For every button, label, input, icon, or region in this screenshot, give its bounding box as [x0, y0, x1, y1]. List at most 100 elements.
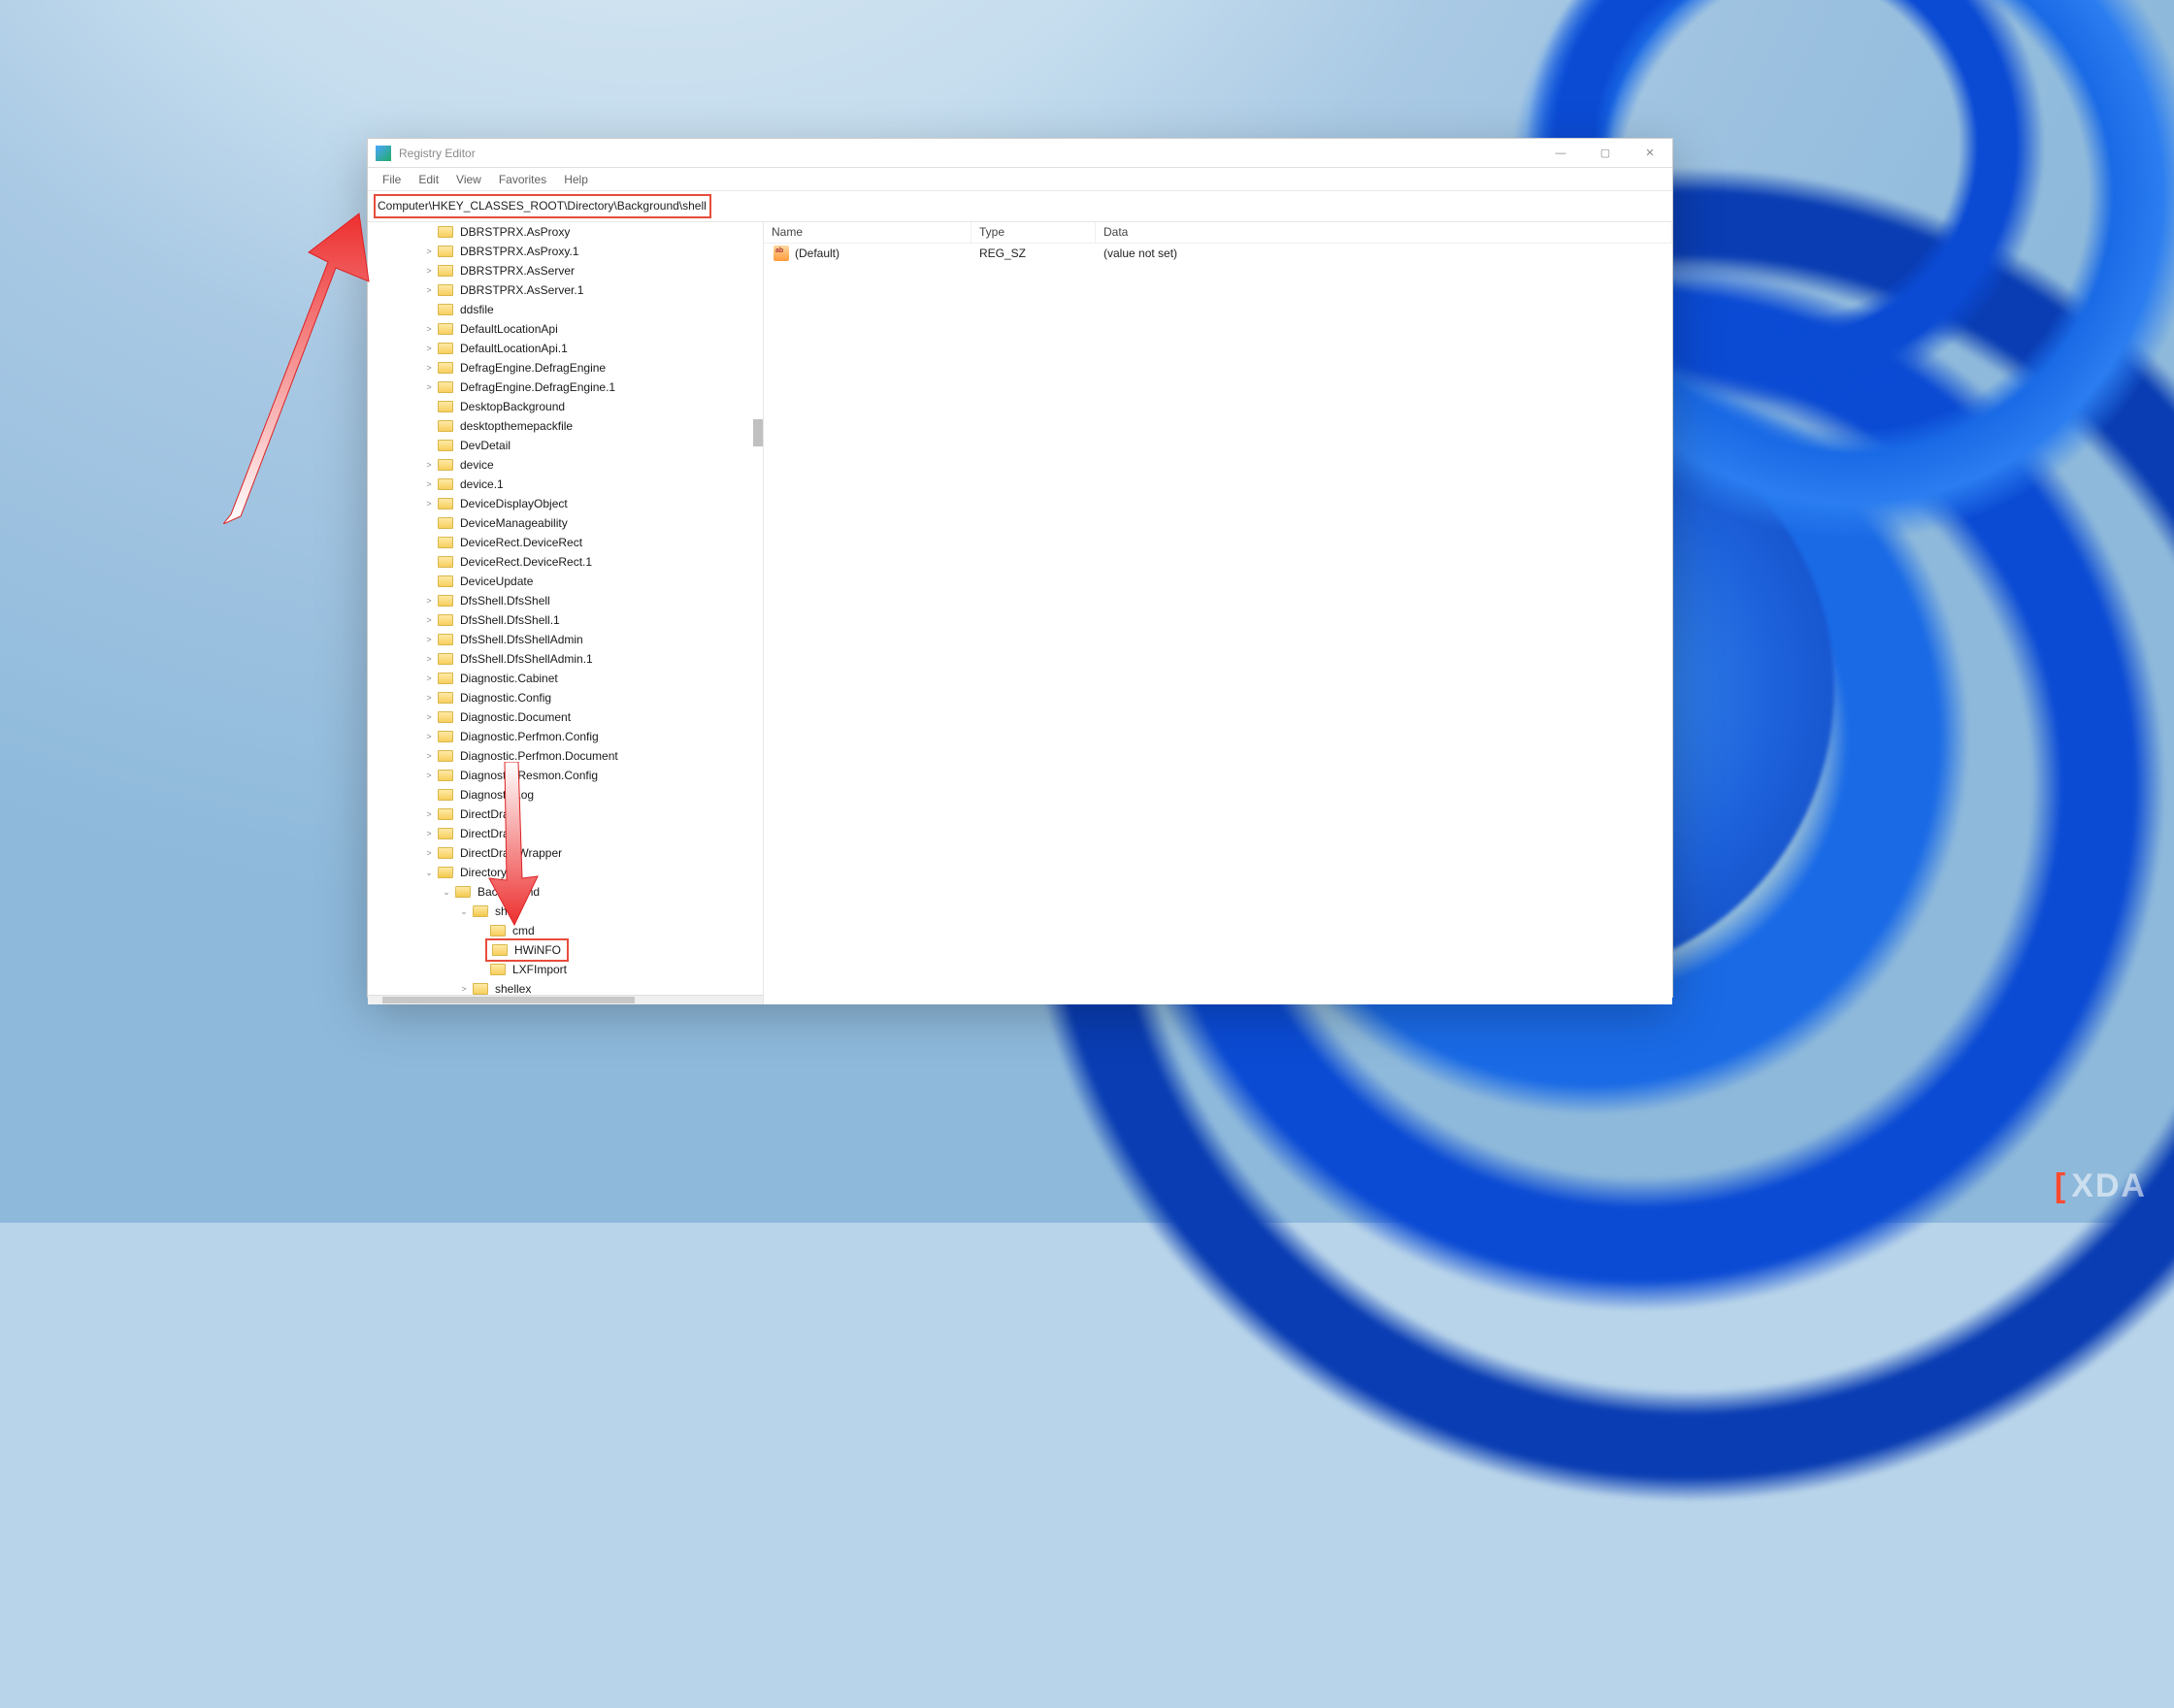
expand-toggle[interactable]: >	[422, 266, 436, 276]
tree-node-directory[interactable]: ⌄Directory	[378, 863, 763, 882]
tree-node-label: Diagnostic.Cabinet	[457, 671, 561, 686]
tree-node-directdraw[interactable]: >DirectDraw	[378, 824, 763, 843]
expand-toggle[interactable]: >	[422, 596, 436, 606]
menu-help[interactable]: Help	[555, 168, 597, 191]
tree-node-device[interactable]: >device	[378, 455, 763, 475]
string-value-icon	[774, 246, 789, 261]
tree-node-desktopbackground[interactable]: DesktopBackground	[378, 397, 763, 416]
col-name[interactable]: Name	[764, 222, 972, 243]
titlebar[interactable]: Registry Editor — ▢ ✕	[368, 139, 1672, 168]
tree-node-hwinfo[interactable]: HWiNFO	[378, 940, 763, 960]
tree-node-label: DfsShell.DfsShellAdmin.1	[457, 651, 596, 667]
expand-toggle[interactable]: ⌄	[457, 906, 471, 917]
tree-node-directdrawwrapper[interactable]: >DirectDrawWrapper	[378, 843, 763, 863]
expand-toggle[interactable]: >	[422, 324, 436, 334]
value-row-default[interactable]: (Default) REG_SZ (value not set)	[764, 244, 1672, 263]
expand-toggle[interactable]: >	[422, 732, 436, 741]
tree-node-defaultlocationapi[interactable]: >DefaultLocationApi	[378, 319, 763, 339]
menu-edit[interactable]: Edit	[410, 168, 447, 191]
tree-node-device-1[interactable]: >device.1	[378, 475, 763, 494]
tree-node-cmd[interactable]: cmd	[378, 921, 763, 940]
tree-node-lxfimport[interactable]: LXFImport	[378, 960, 763, 979]
expand-toggle[interactable]: >	[422, 635, 436, 644]
tree-pane[interactable]: DBRSTPRX.AsProxy>DBRSTPRX.AsProxy.1>DBRS…	[368, 222, 764, 1004]
expand-toggle[interactable]: >	[422, 382, 436, 392]
close-button[interactable]: ✕	[1628, 139, 1672, 168]
expand-toggle[interactable]: >	[422, 460, 436, 470]
values-pane[interactable]: Name Type Data (Default) REG_SZ (value n…	[764, 222, 1672, 1004]
tree-node-diagnostic-cabinet[interactable]: > Diagnostic.Cabinet	[378, 669, 763, 688]
tree-node-defragengine-defragengine-1[interactable]: > DefragEngine.DefragEngine.1	[378, 378, 763, 397]
tree-horizontal-scrollbar[interactable]	[368, 995, 763, 1004]
folder-icon	[438, 420, 453, 432]
tree-node-dfsshell-dfsshelladmin[interactable]: >DfsShell.DfsShellAdmin	[378, 630, 763, 649]
folder-icon	[438, 265, 453, 277]
menu-file[interactable]: File	[374, 168, 410, 191]
expand-toggle[interactable]: >	[422, 363, 436, 373]
tree-node-label: shellex	[492, 981, 534, 995]
tree-node-dbrstprx-asproxy-1[interactable]: >DBRSTPRX.AsProxy.1	[378, 242, 763, 261]
expand-toggle[interactable]: >	[422, 615, 436, 625]
expand-toggle[interactable]: >	[422, 712, 436, 722]
expand-toggle[interactable]: >	[422, 344, 436, 353]
tree-node-shellex[interactable]: > shellex	[378, 979, 763, 995]
folder-icon	[438, 226, 453, 238]
expand-toggle[interactable]: >	[422, 479, 436, 489]
tree-node-label: DBRSTPRX.AsProxy	[457, 224, 573, 240]
tree-node-devicedisplayobject[interactable]: >DeviceDisplayObject	[378, 494, 763, 513]
tree-node-devicemanageability[interactable]: DeviceManageability	[378, 513, 763, 533]
expand-toggle[interactable]: >	[422, 771, 436, 780]
tree-node-label: Diagnostic.Perfmon.Config	[457, 729, 602, 744]
col-data[interactable]: Data	[1096, 222, 1672, 243]
tree-node-desktopthemepackfile[interactable]: desktopthemepackfile	[378, 416, 763, 436]
tree-node-dfsshell-dfsshell-1[interactable]: >DfsShell.DfsShell.1	[378, 610, 763, 630]
tree-node-dbrstprx-asproxy[interactable]: DBRSTPRX.AsProxy	[378, 222, 763, 242]
tree-node-diagnostic-resmon-config[interactable]: >Diagnostic.Resmon.Config	[378, 766, 763, 785]
registry-tree[interactable]: DBRSTPRX.AsProxy>DBRSTPRX.AsProxy.1>DBRS…	[368, 222, 763, 995]
tree-node-background[interactable]: ⌄Background	[378, 882, 763, 902]
expand-toggle[interactable]: ⌄	[422, 868, 436, 878]
tree-scrollbar-thumb[interactable]	[753, 419, 763, 446]
tree-node-diagnostic-document[interactable]: >Diagnostic.Document	[378, 707, 763, 727]
tree-node-ddsfile[interactable]: ddsfile	[378, 300, 763, 319]
tree-node-defaultlocationapi-1[interactable]: >DefaultLocationApi.1	[378, 339, 763, 358]
column-headers[interactable]: Name Type Data	[764, 222, 1672, 244]
expand-toggle[interactable]: >	[422, 499, 436, 509]
menu-favorites[interactable]: Favorites	[490, 168, 555, 191]
expand-toggle[interactable]: >	[422, 693, 436, 703]
expand-toggle[interactable]: >	[422, 654, 436, 664]
tree-node-dfsshell-dfsshelladmin-1[interactable]: > DfsShell.DfsShellAdmin.1	[378, 649, 763, 669]
tree-node-dfsshell-dfsshell[interactable]: >DfsShell.DfsShell	[378, 591, 763, 610]
folder-icon	[438, 673, 453, 684]
expand-toggle[interactable]: >	[422, 285, 436, 295]
expand-toggle[interactable]: >	[422, 246, 436, 256]
tree-node-deviceupdate[interactable]: DeviceUpdate	[378, 572, 763, 591]
menu-view[interactable]: View	[447, 168, 490, 191]
tree-node-label: DefragEngine.DefragEngine.1	[457, 379, 618, 395]
tree-node-devicerect-devicerect[interactable]: DeviceRect.DeviceRect	[378, 533, 763, 552]
tree-node-directdraw[interactable]: >DirectDraw	[378, 805, 763, 824]
expand-toggle[interactable]: >	[422, 809, 436, 819]
tree-node-diagnostic-perfmon-config[interactable]: > Diagnostic.Perfmon.Config	[378, 727, 763, 746]
tree-node-devdetail[interactable]: DevDetail	[378, 436, 763, 455]
maximize-button[interactable]: ▢	[1583, 139, 1628, 168]
expand-toggle[interactable]: >	[422, 829, 436, 838]
minimize-button[interactable]: —	[1538, 139, 1583, 168]
expand-toggle[interactable]: >	[422, 848, 436, 858]
tree-node-label: Diagnostic.Perfmon.Document	[457, 748, 621, 764]
tree-node-diagnostic-config[interactable]: >Diagnostic.Config	[378, 688, 763, 707]
tree-node-shell[interactable]: ⌄shell	[378, 902, 763, 921]
tree-node-devicerect-devicerect-1[interactable]: DeviceRect.DeviceRect.1	[378, 552, 763, 572]
registry-editor-window: Registry Editor — ▢ ✕ File Edit View Fav…	[367, 138, 1673, 998]
tree-node-defragengine-defragengine[interactable]: >DefragEngine.DefragEngine	[378, 358, 763, 378]
expand-toggle[interactable]: >	[457, 984, 471, 994]
tree-node-dbrstprx-asserver[interactable]: >DBRSTPRX.AsServer	[378, 261, 763, 280]
tree-node-diagnosticlog[interactable]: DiagnosticLog	[378, 785, 763, 805]
tree-node-dbrstprx-asserver-1[interactable]: >DBRSTPRX.AsServer.1	[378, 280, 763, 300]
address-bar[interactable]: Computer\HKEY_CLASSES_ROOT\Directory\Bac…	[378, 199, 707, 213]
expand-toggle[interactable]: >	[422, 673, 436, 683]
expand-toggle[interactable]: ⌄	[440, 887, 453, 898]
expand-toggle[interactable]: >	[422, 751, 436, 761]
col-type[interactable]: Type	[972, 222, 1096, 243]
tree-node-diagnostic-perfmon-document[interactable]: > Diagnostic.Perfmon.Document	[378, 746, 763, 766]
